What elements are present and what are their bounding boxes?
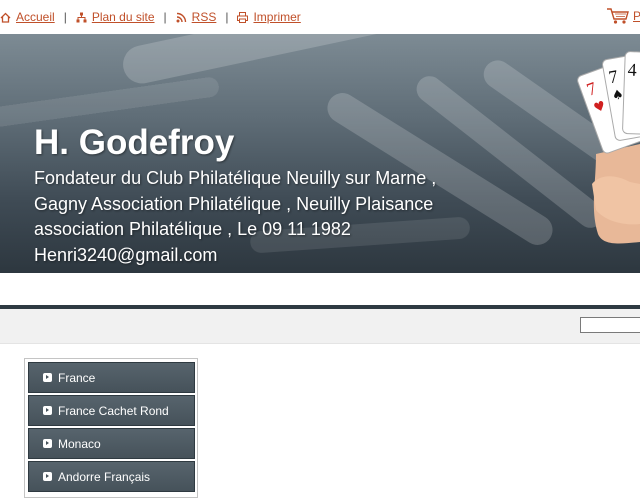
print-link-label[interactable]: Imprimer	[253, 10, 300, 24]
svg-text:4: 4	[627, 60, 637, 80]
menu-item-andorre-francais[interactable]: Andorre Français	[28, 461, 195, 492]
menu-item-label: France Cachet Rond	[58, 403, 169, 418]
top-bar: Accueil | Plan du site | RSS | Imprimer …	[0, 0, 640, 34]
separator: |	[163, 10, 167, 24]
arrow-bullet-icon	[43, 439, 52, 448]
rss-link[interactable]: RSS	[176, 10, 217, 24]
arrow-bullet-icon	[43, 373, 52, 382]
top-links: Accueil | Plan du site | RSS | Imprimer	[0, 9, 301, 25]
menu-item-france[interactable]: France	[28, 362, 195, 393]
search-input[interactable]	[580, 317, 640, 333]
menu-item-label: Monaco	[58, 436, 101, 451]
sitemap-icon	[76, 12, 87, 22]
cart-icon	[607, 8, 629, 24]
menu-item-label: France	[58, 370, 96, 385]
home-link-label[interactable]: Accueil	[16, 10, 55, 24]
sitemap-link[interactable]: Plan du site	[76, 10, 155, 24]
menu-item-france-cachet-rond[interactable]: France Cachet Rond	[28, 395, 195, 426]
site-title: H. Godefroy	[34, 123, 235, 162]
banner-text: H. Godefroy Fondateur du Club Philatéliq…	[34, 124, 474, 268]
cart-label[interactable]: P	[633, 9, 640, 23]
rss-icon	[176, 12, 186, 22]
separator: |	[63, 10, 67, 24]
rss-link-label[interactable]: RSS	[192, 10, 217, 24]
separator: |	[225, 10, 229, 24]
home-icon	[0, 12, 11, 23]
menu-item-monaco[interactable]: Monaco	[28, 428, 195, 459]
home-link[interactable]: Accueil	[0, 10, 55, 24]
search-strip	[0, 309, 640, 344]
arrow-bullet-icon	[43, 406, 52, 415]
header-banner: 7 ♥ 7 ♠ 4 H. Godefroy Fondateur du Club …	[0, 34, 640, 273]
spacer	[0, 273, 640, 305]
cart-link[interactable]: P	[606, 7, 640, 25]
print-icon	[237, 11, 249, 23]
print-link[interactable]: Imprimer	[237, 10, 301, 24]
menu-item-label: Andorre Français	[58, 469, 151, 484]
sitemap-link-label[interactable]: Plan du site	[92, 10, 155, 24]
site-subtitle: Fondateur du Club Philatélique Neuilly s…	[34, 168, 437, 265]
side-menu: France France Cachet Rond Monaco Andorre…	[24, 358, 198, 498]
